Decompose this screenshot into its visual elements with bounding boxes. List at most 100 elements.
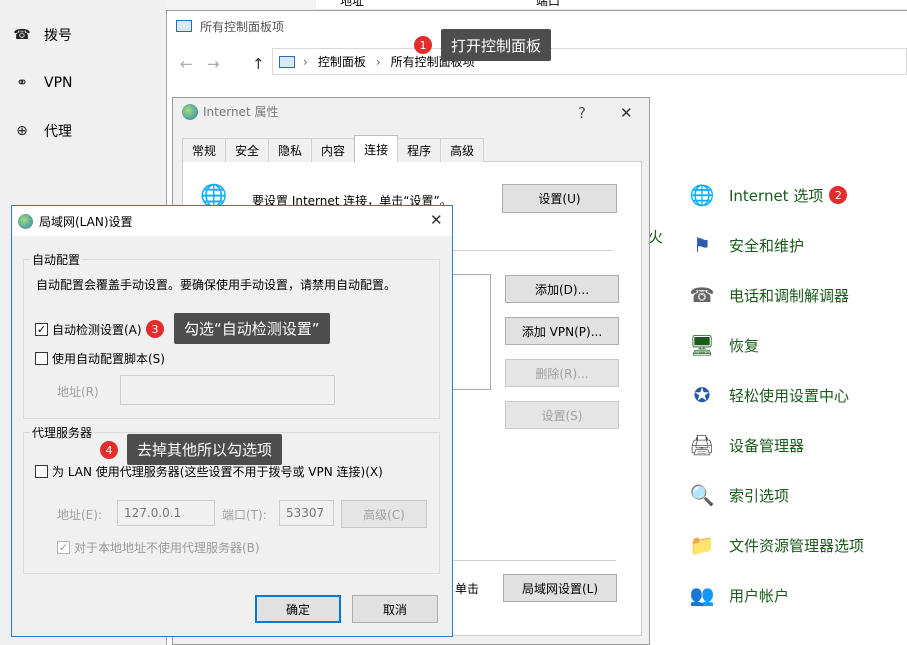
partial-item-text: 火: [648, 228, 664, 246]
remove-button[interactable]: 删除(R)...: [505, 359, 619, 387]
lan-dialog-titlebar: 局域网(LAN)设置: [12, 206, 452, 236]
connection-list[interactable]: [453, 274, 491, 390]
indexing-options-icon: 🔍: [689, 483, 715, 507]
proxy-port-input[interactable]: 53307: [279, 500, 334, 526]
callout-uncheck-others: 去掉其他所以勾选项: [127, 434, 283, 465]
cp-item-user-accounts[interactable]: 👥 用户帐户: [686, 579, 789, 611]
advanced-button[interactable]: 高级(C): [341, 500, 427, 528]
step-badge-4: 4: [100, 441, 118, 459]
cp-item-label: Internet 选项: [729, 186, 824, 205]
checkbox-label: 为 LAN 使用代理服务器(这些设置不用于拨号或 VPN 连接)(X): [52, 465, 383, 479]
breadcrumb-control-panel[interactable]: 控制面板: [318, 53, 366, 70]
cp-item-indexing-options[interactable]: 🔍 索引选项: [686, 479, 789, 511]
globe-icon: [182, 103, 198, 120]
up-button[interactable]: ↑: [252, 55, 265, 73]
dialog-title-text: 局域网(LAN)设置: [39, 214, 133, 229]
cp-item-security-maintenance[interactable]: ⚑ 安全和维护: [686, 229, 804, 261]
sidebar-item-proxy[interactable]: ⊕ 代理: [12, 121, 72, 141]
setup-button[interactable]: 设置(U): [502, 184, 617, 213]
callout-check-auto-detect: 勾选“自动检测设置”: [174, 313, 330, 344]
internet-properties-title: Internet 属性: [182, 103, 278, 120]
cp-item-label: 用户帐户: [729, 586, 790, 605]
checkbox-box: [35, 465, 48, 478]
tab-content[interactable]: 内容: [311, 138, 356, 162]
column-header-port: 端口: [536, 0, 561, 8]
user-accounts-icon: 👥: [689, 583, 715, 607]
script-address-input[interactable]: [120, 375, 335, 405]
script-address-label: 地址(R): [57, 385, 99, 399]
auto-config-group-label: 自动配置: [30, 251, 83, 268]
cp-item-phone-modem[interactable]: ☎ 电话和调制解调器: [686, 279, 849, 311]
address-bar[interactable]: › 控制面板 › 所有控制面板项: [272, 48, 907, 75]
device-manager-icon: 🖨: [689, 433, 715, 457]
sidebar-item-vpn[interactable]: ⚭ VPN: [12, 73, 73, 93]
recovery-icon: 🖥: [689, 333, 715, 357]
checkbox-label: 自动检测设置(A): [52, 323, 142, 337]
control-panel-icon: [279, 55, 295, 68]
cp-item-recovery[interactable]: 🖥 恢复: [686, 329, 759, 361]
tab-programs[interactable]: 程序: [397, 138, 442, 162]
use-proxy-checkbox[interactable]: 为 LAN 使用代理服务器(这些设置不用于拨号或 VPN 连接)(X): [35, 463, 383, 480]
checkbox-label: 对于本地地址不使用代理服务器(B): [74, 541, 260, 555]
proxy-group-label: 代理服务器: [30, 424, 95, 441]
phone-modem-icon: ☎: [689, 283, 715, 307]
forward-button[interactable]: →: [207, 55, 220, 73]
globe-icon: ⊕: [16, 123, 28, 139]
background-table-header: [316, 0, 907, 10]
auto-detect-checkbox[interactable]: ✓ 自动检测设置(A): [35, 321, 142, 338]
chevron-right-icon: ›: [375, 54, 381, 69]
tab-security[interactable]: 安全: [225, 138, 270, 162]
lan-settings-button[interactable]: 局域网设置(L): [503, 574, 617, 602]
internet-options-icon: 🌐: [689, 183, 715, 207]
cp-item-label: 文件资源管理器选项: [729, 536, 865, 555]
column-header-address: 地址: [340, 0, 365, 8]
auto-config-description: 自动配置会覆盖手动设置。要确保使用手动设置，请禁用自动配置。: [36, 278, 397, 292]
bypass-local-checkbox[interactable]: ✓ 对于本地地址不使用代理服务器(B): [57, 539, 260, 556]
step-badge-1: 1: [414, 36, 432, 54]
tab-connections[interactable]: 连接: [354, 135, 399, 162]
cp-item-label: 恢复: [729, 336, 760, 355]
tab-privacy[interactable]: 隐私: [268, 138, 313, 162]
proxy-port-label: 端口(T):: [222, 508, 267, 522]
dialog-title-text: Internet 属性: [203, 105, 279, 119]
tab-strip: 常规 安全 隐私 内容 连接 程序 高级: [182, 135, 485, 162]
tab-advanced[interactable]: 高级: [440, 138, 485, 162]
connection-settings-button[interactable]: 设置(S): [505, 401, 619, 429]
cp-item-file-explorer-options[interactable]: 📁 文件资源管理器选项: [686, 529, 864, 561]
checkbox-check-icon: ✓: [35, 323, 48, 336]
sidebar-item-label: 代理: [44, 124, 72, 140]
cp-item-device-manager[interactable]: 🖨 设备管理器: [686, 429, 804, 461]
separator: [453, 250, 613, 251]
proxy-address-label: 地址(E):: [57, 508, 102, 522]
tab-general[interactable]: 常规: [182, 138, 227, 162]
callout-open-control-panel: 打开控制面板: [441, 29, 552, 61]
cp-item-label: 设备管理器: [729, 436, 805, 455]
cancel-button[interactable]: 取消: [352, 595, 438, 623]
vpn-icon: ⚭: [16, 75, 28, 91]
sidebar-item-label: 拨号: [44, 28, 72, 44]
cp-item-label: 安全和维护: [729, 236, 805, 255]
security-maintenance-icon: ⚑: [693, 233, 711, 257]
proxy-address-input[interactable]: 127.0.0.1: [117, 500, 215, 526]
auto-script-checkbox[interactable]: 使用自动配置脚本(S): [35, 350, 165, 367]
close-icon[interactable]: ✕: [430, 211, 443, 229]
checkbox-box: [35, 352, 48, 365]
file-explorer-options-icon: 📁: [689, 533, 715, 557]
separator: [453, 560, 616, 561]
sidebar-item-label: VPN: [44, 75, 73, 91]
step-badge-3: 3: [146, 320, 164, 338]
help-button[interactable]: ?: [578, 104, 586, 122]
back-button[interactable]: ←: [180, 55, 193, 73]
sidebar-item-dialup[interactable]: ☎ 拨号: [12, 25, 72, 45]
control-panel-icon: [176, 20, 192, 32]
close-icon[interactable]: ✕: [620, 104, 633, 122]
cp-item-internet-options[interactable]: 🌐 Internet 选项 2: [686, 179, 848, 211]
add-button[interactable]: 添加(D)...: [505, 275, 619, 303]
cp-item-label: 电话和调制解调器: [729, 286, 850, 305]
cp-item-ease-of-access[interactable]: ✪ 轻松使用设置中心: [686, 379, 849, 411]
ease-of-access-icon: ✪: [693, 383, 711, 407]
add-vpn-button[interactable]: 添加 VPN(P)...: [505, 317, 619, 345]
cp-item-label: 索引选项: [729, 486, 790, 505]
control-panel-title: 所有控制面板项: [176, 16, 284, 36]
ok-button[interactable]: 确定: [255, 595, 341, 623]
